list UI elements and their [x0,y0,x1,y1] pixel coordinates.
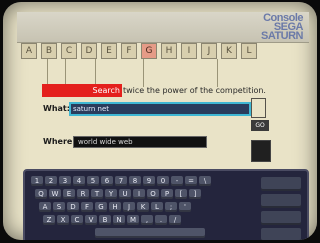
divider-tick [143,59,144,87]
onscreen-keyboard: 1 2 3 4 5 6 7 8 9 0- = \ Q W E R T Y U I O P[] A S D F G H J K L; ' Z X C V… [23,169,309,240]
nav-tab[interactable]: G [141,43,157,59]
keyboard-key[interactable]: U [119,189,131,199]
what-scroll-box[interactable] [251,98,266,118]
keyboard-key[interactable]: T [91,189,103,199]
nav-tab[interactable]: L [241,43,257,59]
keyboard-row: A S D F G H J K L; ' [39,202,191,212]
logo-main-text: SEGA SATURN [260,21,304,42]
keyboard-key[interactable]: = [185,176,197,186]
what-input-value: saturn net [73,105,110,113]
keyboard-key[interactable]: O [147,189,159,199]
keyboard-row: 1 2 3 4 5 6 7 8 9 0- = \ [31,176,211,186]
keyboard-key[interactable]: 6 [101,176,113,186]
keyboard-key[interactable]: 0 [157,176,169,186]
keyboard-key[interactable]: 7 [115,176,127,186]
keyboard-key[interactable]: L [151,202,163,212]
keyboard-key[interactable]: A [39,202,51,212]
keyboard-key[interactable]: , [141,215,153,225]
crt-screen: Console SEGA SATURN ABCDEFGHIJKL Search … [3,2,317,240]
keyboard-right-keys [261,177,301,240]
keyboard-key[interactable]: ; [165,202,177,212]
keyboard-key[interactable]: H [109,202,121,212]
key-backspace[interactable] [261,177,301,191]
divider-tick [47,59,48,87]
keyboard-key[interactable]: . [155,215,167,225]
keyboard-key[interactable]: V [85,215,97,225]
keyboard-key[interactable]: R [77,189,89,199]
where-options-button[interactable] [251,140,271,162]
keyboard-key[interactable]: F [81,202,93,212]
go-button[interactable]: GO [251,120,269,131]
where-input[interactable]: world wide web [73,136,207,148]
keyboard-key[interactable]: C [71,215,83,225]
keyboard-key[interactable]: Q [35,189,47,199]
nav-tab[interactable]: C [61,43,77,59]
divider-tick [65,59,66,87]
keyboard-key[interactable]: 8 [129,176,141,186]
what-label: What: [43,104,70,113]
where-input-value: world wide web [78,138,133,146]
nav-tab[interactable]: B [41,43,57,59]
nav-tab[interactable]: E [101,43,117,59]
keyboard-key[interactable]: G [95,202,107,212]
keyboard-key[interactable]: 4 [73,176,85,186]
nav-tab[interactable]: F [121,43,137,59]
keyboard-key[interactable]: / [169,215,181,225]
key-shift-right[interactable] [261,211,301,225]
nav-tab[interactable]: K [221,43,237,59]
key-enter[interactable] [261,194,301,208]
keyboard-row [95,228,205,238]
nav-tab[interactable]: D [81,43,97,59]
keyboard-key[interactable]: B [99,215,111,225]
keyboard-key[interactable]: 1 [31,176,43,186]
keyboard-key[interactable]: ] [189,189,201,199]
keyboard-key[interactable]: S [53,202,65,212]
keyboard-key[interactable]: W [49,189,61,199]
keyboard-key[interactable]: \ [199,176,211,186]
divider-tick [95,59,96,87]
keyboard-key[interactable]: P [161,189,173,199]
keyboard-key[interactable]: [ [175,189,187,199]
keyboard-key[interactable]: K [137,202,149,212]
keyboard-key[interactable]: - [171,176,183,186]
keyboard-key[interactable]: M [127,215,139,225]
nav-tab[interactable]: A [21,43,37,59]
key-space[interactable] [95,228,205,238]
nav-tab[interactable]: H [161,43,177,59]
nav-tab[interactable]: I [181,43,197,59]
search-tagline: twice the power of the competition. [123,86,266,95]
keyboard-key[interactable]: J [123,202,135,212]
key-cancel[interactable] [261,228,301,240]
keyboard-key[interactable]: Y [105,189,117,199]
nav-tabs: ABCDEFGHIJKL [21,43,261,59]
keyboard-key[interactable]: 9 [143,176,155,186]
keyboard-key[interactable]: 5 [87,176,99,186]
what-input[interactable]: saturn net [69,102,251,116]
keyboard-key[interactable]: Z [43,215,55,225]
where-label: Where: [43,137,76,146]
nav-tab[interactable]: J [201,43,217,59]
keyboard-key[interactable]: 3 [59,176,71,186]
divider-tick [217,59,218,87]
keyboard-row: Q W E R T Y U I O P[] [35,189,201,199]
search-button[interactable]: Search [42,84,122,97]
keyboard-key[interactable]: D [67,202,79,212]
keyboard-key[interactable]: 2 [45,176,57,186]
keyboard-row: Z X C V B N M,. / [43,215,181,225]
sega-saturn-logo: Console SEGA SATURN [241,13,304,42]
keyboard-key[interactable]: ' [179,202,191,212]
keyboard-key[interactable]: X [57,215,69,225]
keyboard-key[interactable]: E [63,189,75,199]
keyboard-key[interactable]: I [133,189,145,199]
keyboard-key[interactable]: N [113,215,125,225]
